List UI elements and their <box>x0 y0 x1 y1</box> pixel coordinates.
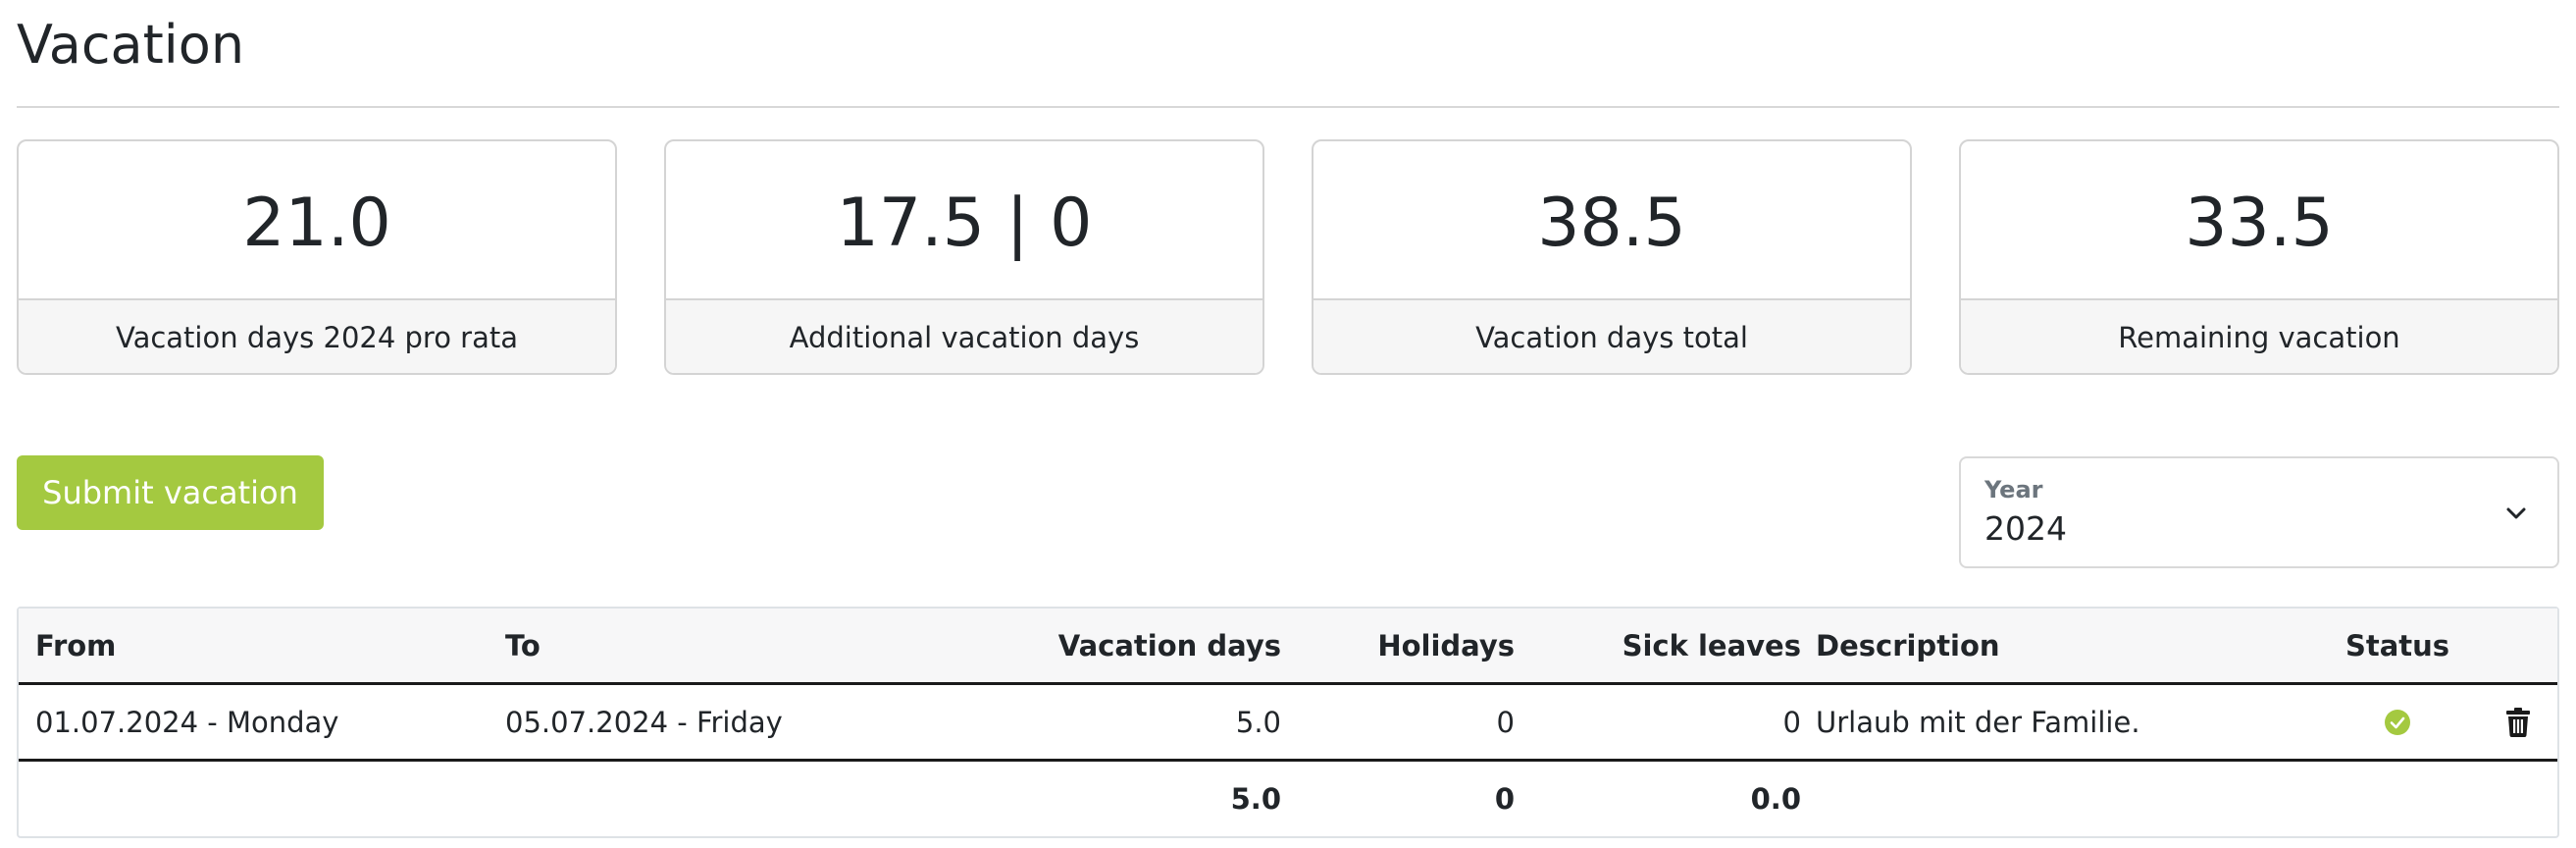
summary-card-label: Vacation days total <box>1314 300 1910 373</box>
cell-vacation-days: 5.0 <box>1235 705 1281 739</box>
trash-icon[interactable] <box>2505 707 2531 737</box>
column-header-sick-leaves: Sick leaves <box>1622 628 1801 662</box>
table-header-row: From To Vacation days Holidays Sick leav… <box>19 609 2557 685</box>
summary-card-remaining: 33.5 Remaining vacation <box>1959 139 2559 375</box>
cell-sick-leaves: 0 <box>1782 705 1801 739</box>
column-header-from: From <box>35 628 117 662</box>
total-sick-leaves: 0.0 <box>1750 782 1801 816</box>
summary-card-label: Additional vacation days <box>666 300 1262 373</box>
submit-vacation-button[interactable]: Submit vacation <box>17 455 324 530</box>
column-header-holidays: Holidays <box>1377 628 1515 662</box>
year-select[interactable]: Year 2024 <box>1959 456 2559 568</box>
cell-actions <box>2489 685 2548 759</box>
cell-to: 05.07.2024 - Friday <box>505 705 783 739</box>
column-header-vacation-days: Vacation days <box>1057 628 1281 662</box>
year-select-value: 2024 <box>1984 509 2067 548</box>
summary-card-value: 17.5 | 0 <box>666 141 1262 300</box>
summary-cards: 21.0 Vacation days 2024 pro rata 17.5 | … <box>17 139 2559 375</box>
total-holidays: 0 <box>1494 782 1515 816</box>
table-row[interactable]: 01.07.2024 - Monday 05.07.2024 - Friday … <box>19 685 2557 762</box>
column-header-description: Description <box>1816 628 2000 662</box>
summary-card-label: Remaining vacation <box>1961 300 2557 373</box>
cell-from: 01.07.2024 - Monday <box>35 705 339 739</box>
summary-card-pro-rata: 21.0 Vacation days 2024 pro rata <box>17 139 617 375</box>
summary-card-value: 21.0 <box>19 141 615 300</box>
title-divider <box>17 106 2559 108</box>
cell-holidays: 0 <box>1496 705 1515 739</box>
vacation-table: From To Vacation days Holidays Sick leav… <box>17 607 2559 838</box>
column-header-to: To <box>505 628 541 662</box>
cell-description: Urlaub mit der Familie. <box>1816 705 2140 739</box>
cell-status <box>2324 685 2471 759</box>
summary-card-value: 38.5 <box>1314 141 1910 300</box>
year-select-label: Year <box>1984 476 2043 504</box>
table-totals-row: 5.0 0 0.0 <box>19 762 2557 836</box>
check-circle-icon <box>2385 709 2410 735</box>
column-header-status: Status <box>2344 628 2450 662</box>
summary-card-additional: 17.5 | 0 Additional vacation days <box>664 139 1264 375</box>
summary-card-label: Vacation days 2024 pro rata <box>19 300 615 373</box>
summary-card-value: 33.5 <box>1961 141 2557 300</box>
total-vacation-days: 5.0 <box>1230 782 1281 816</box>
summary-card-total: 38.5 Vacation days total <box>1312 139 1912 375</box>
chevron-down-icon <box>2506 507 2526 519</box>
page-title: Vacation <box>17 14 245 76</box>
